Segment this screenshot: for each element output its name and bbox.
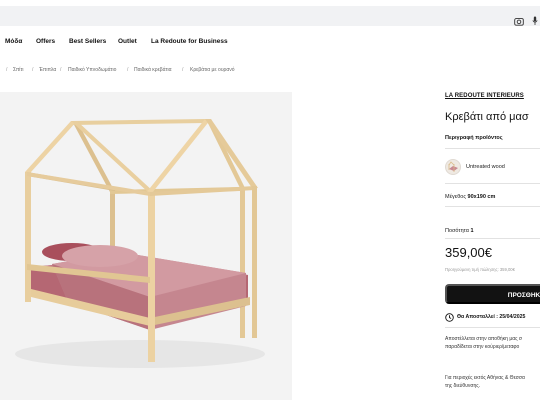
product-title: Κρεβάτι από μασ — [445, 111, 529, 123]
size-selector[interactable]: Μέγεθος 90x190 cm — [445, 194, 495, 200]
delivery-info-line: της διεύθυνσης. — [445, 383, 481, 389]
microphone-icon[interactable] — [532, 16, 538, 26]
quantity-value: 1 — [470, 228, 474, 234]
shipping-text: Θα Αποσταλλεί : 25/04/2025 — [457, 313, 526, 320]
delivery-info-line: Αποστέλλεται στην αποθήκη μας σ — [445, 336, 522, 342]
delivery-info: Αποστέλλεται στην αποθήκη μας σ παραδίδε… — [445, 335, 522, 351]
breadcrumb-separator: / — [182, 67, 184, 73]
divider — [445, 148, 540, 149]
breadcrumb-item[interactable]: Παιδικό Υπνοδωμάτιο — [68, 67, 116, 73]
delivery-info-line: παραδίδεται στην κούριερ/μεταφο — [445, 344, 520, 350]
breadcrumb-item[interactable]: Σπίτι — [13, 67, 24, 73]
shipping-date: Θα Αποσταλλεί : 25/04/2025 — [445, 312, 540, 322]
previous-price: Προηγούμενη τιμή πώλησης: 359,00€ — [445, 267, 515, 272]
divider — [445, 206, 540, 207]
product-price: 359,00€ — [445, 245, 492, 260]
breadcrumb-separator: / — [127, 67, 129, 73]
divider — [445, 327, 540, 328]
nav-item-business[interactable]: La Redoute for Business — [151, 38, 228, 45]
search-actions — [514, 16, 538, 26]
header — [0, 0, 540, 32]
quantity-selector[interactable]: Ποσότητα 1 — [445, 228, 474, 234]
breadcrumb-item[interactable]: Παιδικά κρεβάτια — [134, 67, 172, 73]
color-swatch[interactable] — [445, 159, 461, 175]
breadcrumb-separator: / — [6, 67, 8, 73]
nav-item-fashion[interactable]: Μόδα — [5, 38, 22, 45]
main-nav: Μόδα Offers Best Sellers Outlet La Redou… — [0, 38, 540, 50]
breadcrumb-item[interactable]: Κρεβάτια με ουρανό — [190, 67, 235, 73]
size-label: Μέγεθος — [445, 194, 467, 200]
camera-icon[interactable] — [514, 17, 524, 26]
nav-item-outlet[interactable]: Outlet — [118, 38, 137, 45]
color-label: Untreated wood — [466, 164, 505, 170]
add-to-cart-button[interactable]: ΠΡΟΣΘΗΚ — [445, 284, 540, 304]
product-description-link[interactable]: Περιγραφή προϊόντος — [445, 135, 503, 141]
search-bar[interactable] — [0, 6, 540, 26]
breadcrumb-separator: / — [60, 67, 62, 73]
product-details: LA REDOUTE INTERIEURS Κρεβάτι από μασ Πε… — [445, 92, 540, 400]
delivery-area-info: Για περιοχές εκτός Αθήνας & Θεσσα της δι… — [445, 374, 525, 390]
nav-item-offers[interactable]: Offers — [36, 38, 55, 45]
breadcrumb-separator: / — [32, 67, 34, 73]
delivery-info-line: Για περιοχές εκτός Αθήνας & Θεσσα — [445, 375, 525, 381]
brand-link[interactable]: LA REDOUTE INTERIEURS — [445, 93, 524, 99]
size-value: 90x190 cm — [467, 194, 496, 200]
nav-item-best-sellers[interactable]: Best Sellers — [69, 38, 106, 45]
house-bed-illustration — [15, 119, 265, 368]
breadcrumb: / Σπίτι / Έπιπλα / Παιδικό Υπνοδωμάτιο /… — [0, 67, 300, 77]
product-image[interactable] — [0, 92, 292, 400]
divider — [445, 238, 540, 239]
divider — [445, 183, 540, 184]
bed-thumbnail-icon — [448, 161, 458, 172]
quantity-label: Ποσότητα — [445, 228, 469, 234]
clock-icon — [445, 313, 454, 322]
breadcrumb-item[interactable]: Έπιπλα — [39, 67, 56, 73]
